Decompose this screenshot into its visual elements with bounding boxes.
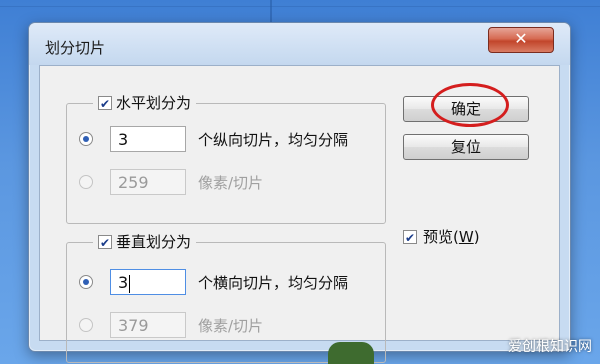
- preview-shortcut: W: [458, 228, 474, 246]
- vertical-count-desc: 个横向切片，均匀分隔: [198, 273, 349, 292]
- vertical-pixels-row: 379 像素/切片: [79, 312, 263, 338]
- highlight-ring: [431, 83, 509, 127]
- background-guide-line: [0, 6, 600, 7]
- title-bar: 划分切片 ✕: [29, 23, 570, 65]
- vertical-pixels-input[interactable]: 379: [110, 312, 186, 338]
- horizontal-division-label: 水平划分为: [116, 94, 192, 112]
- dialog-body: ✔ 水平划分为 3 个纵向切片，均匀分隔 259 像素/切片 ✔ 垂直划分为 3…: [39, 65, 560, 363]
- horizontal-count-row: 3 个纵向切片，均匀分隔: [79, 126, 348, 152]
- background-plant: [328, 342, 374, 364]
- vertical-count-input[interactable]: 3: [110, 269, 186, 295]
- horizontal-count-desc: 个纵向切片，均匀分隔: [198, 130, 349, 149]
- vertical-count-value: 3: [118, 273, 129, 292]
- divide-slice-dialog: 划分切片 ✕ ✔ 水平划分为 3 个纵向切片，均匀分隔 259 像素/切片 ✔: [28, 22, 571, 363]
- vertical-division-checkbox[interactable]: ✔: [98, 234, 112, 250]
- horizontal-division-legend: ✔ 水平划分为: [93, 92, 197, 113]
- vertical-pixels-desc: 像素/切片: [198, 316, 264, 335]
- horizontal-division-group: ✔ 水平划分为 3 个纵向切片，均匀分隔 259 像素/切片: [66, 92, 386, 224]
- preview-checkbox[interactable]: ✔: [403, 229, 417, 245]
- vertical-pixels-radio[interactable]: [79, 318, 93, 332]
- vertical-division-legend: ✔ 垂直划分为: [93, 231, 197, 252]
- text-caret: [129, 274, 131, 293]
- horizontal-pixels-radio[interactable]: [79, 175, 93, 189]
- preview-label-text: 预览: [423, 228, 454, 246]
- watermark: 爱创根知识网: [508, 339, 592, 355]
- preview-option[interactable]: ✔ 预览(W): [403, 226, 480, 247]
- horizontal-division-checkbox[interactable]: ✔: [98, 95, 112, 111]
- vertical-count-row: 3 个横向切片，均匀分隔: [79, 269, 348, 295]
- close-button[interactable]: ✕: [488, 27, 554, 53]
- reset-button[interactable]: 复位: [403, 134, 529, 160]
- horizontal-count-radio[interactable]: [79, 132, 93, 146]
- horizontal-pixels-desc: 像素/切片: [198, 173, 264, 192]
- horizontal-pixels-row: 259 像素/切片: [79, 169, 263, 195]
- dialog-title: 划分切片: [45, 39, 106, 57]
- vertical-division-label: 垂直划分为: [116, 233, 192, 251]
- vertical-count-radio[interactable]: [79, 275, 93, 289]
- preview-label: 预览(W): [423, 228, 480, 246]
- horizontal-count-input[interactable]: 3: [110, 126, 186, 152]
- horizontal-pixels-input[interactable]: 259: [110, 169, 186, 195]
